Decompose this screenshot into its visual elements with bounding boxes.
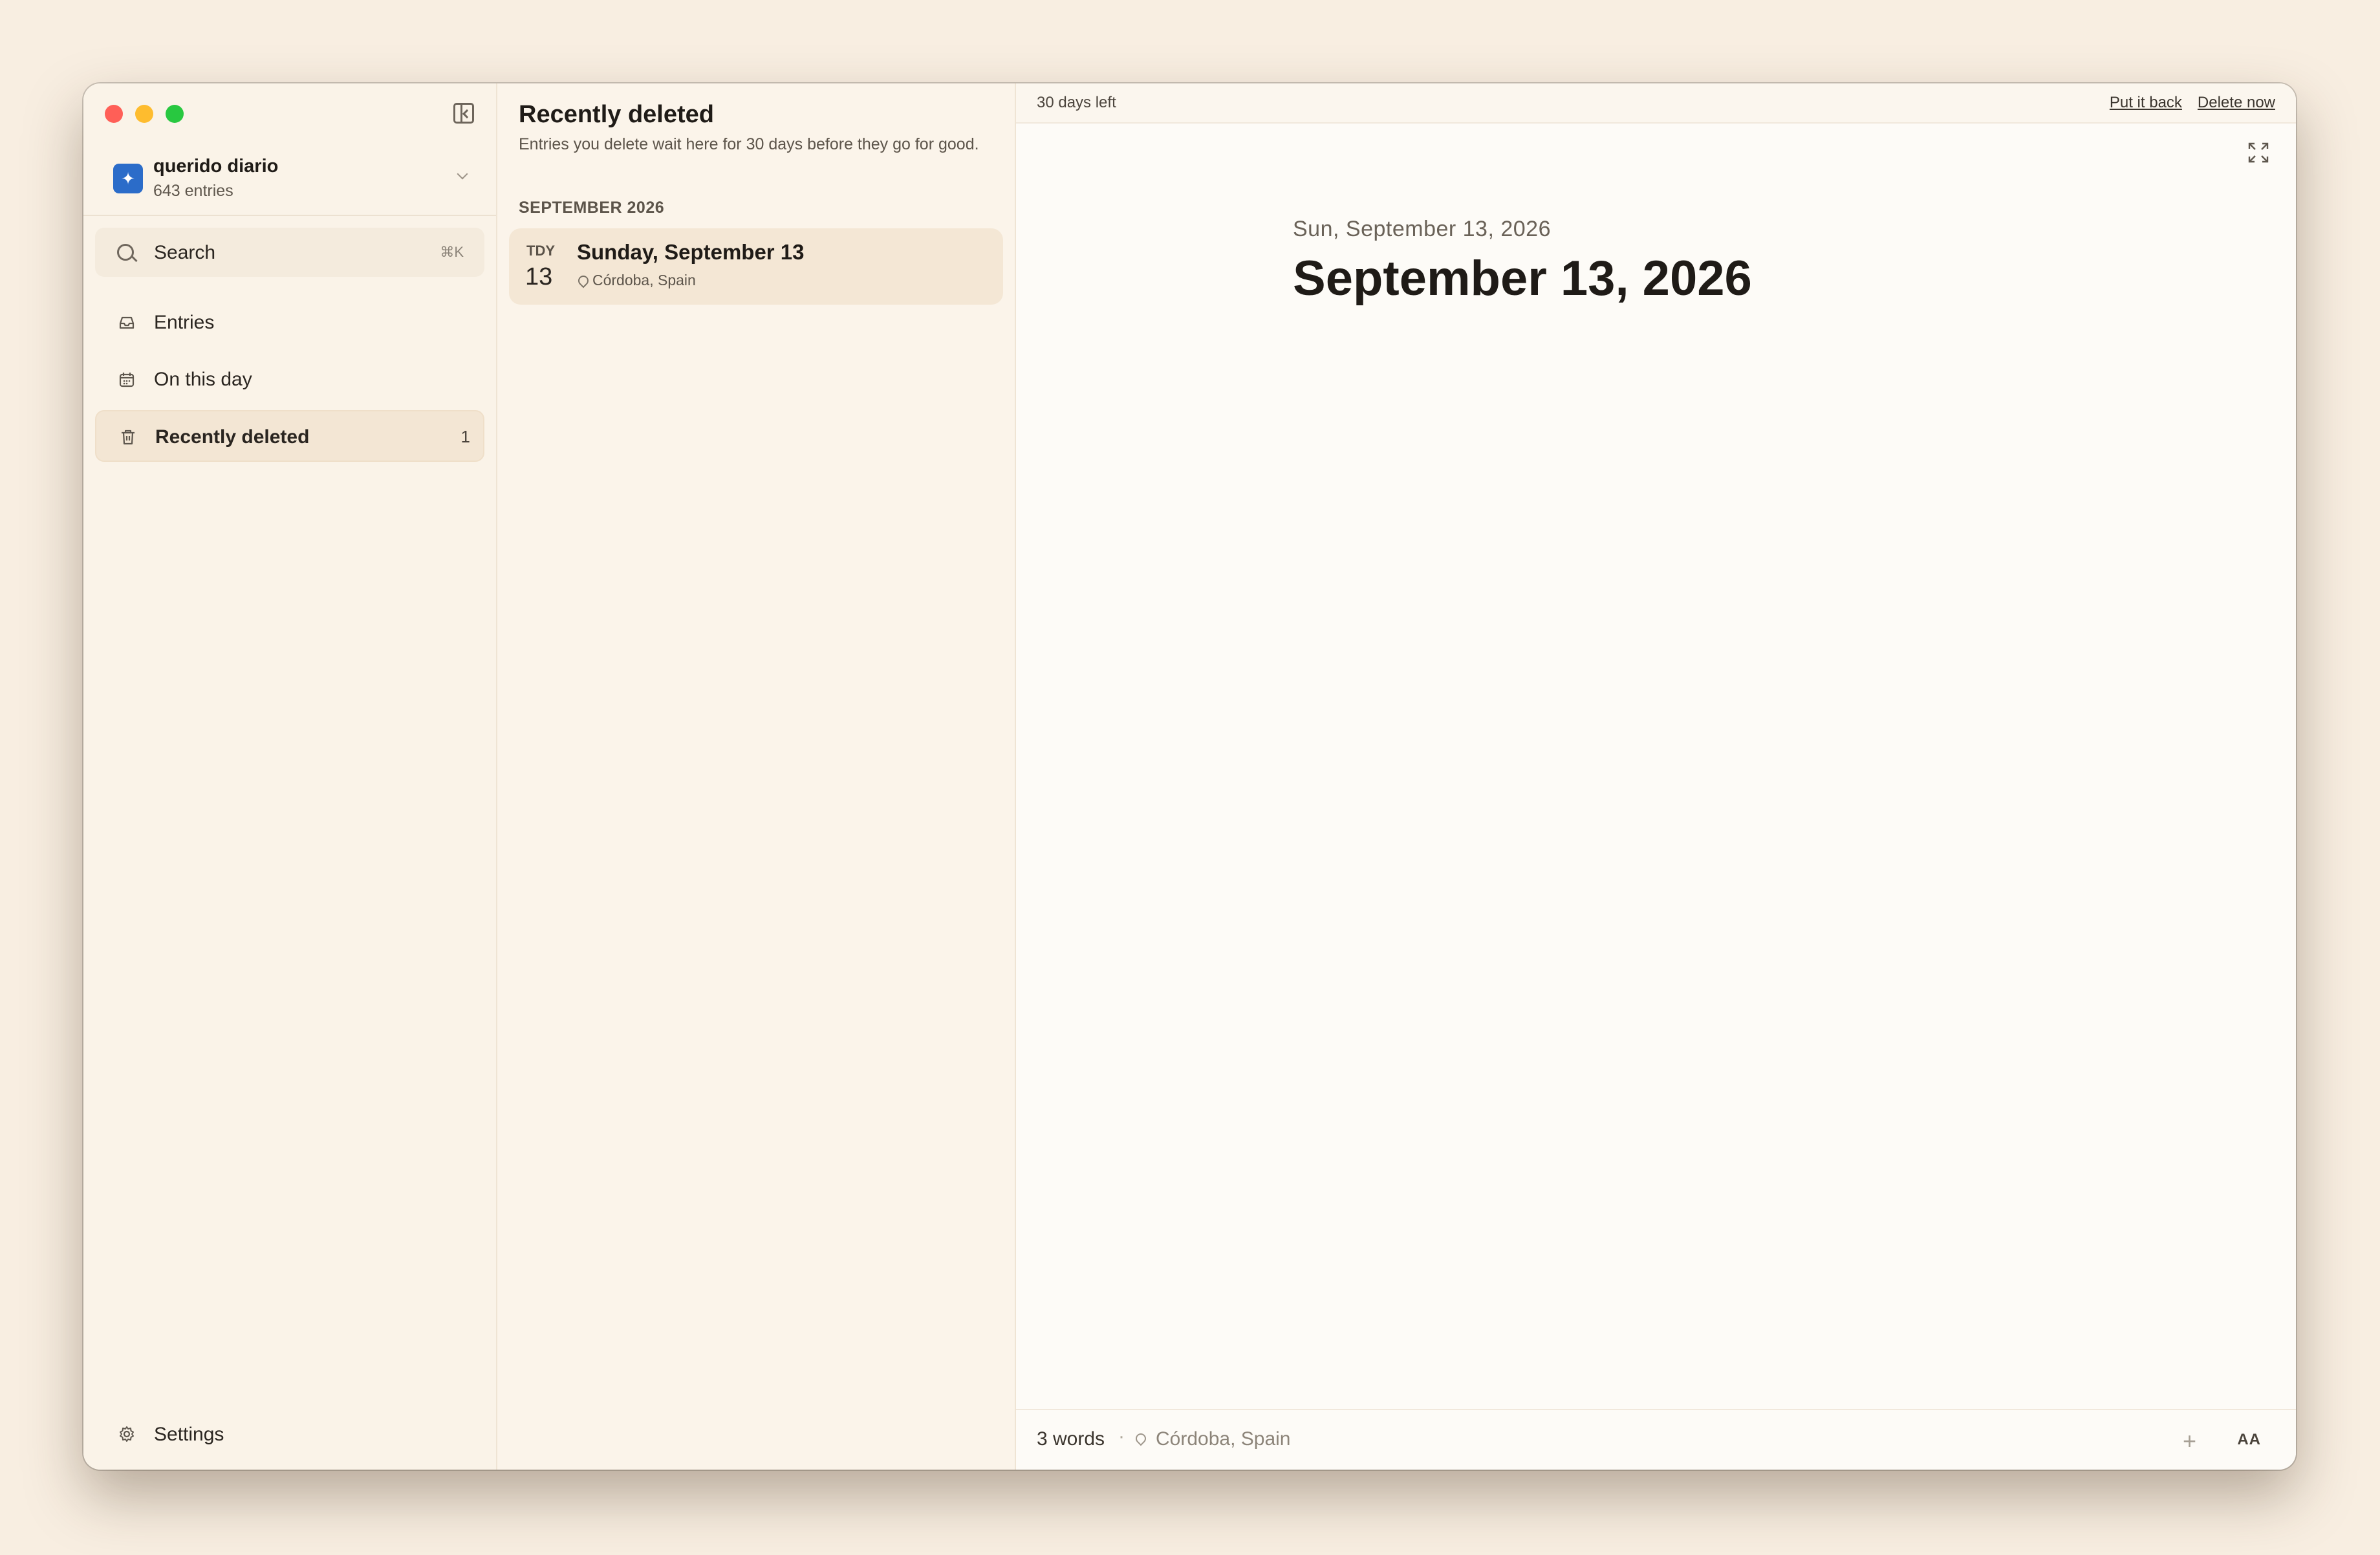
search-icon — [117, 244, 134, 261]
app-window: ✦ querido diario 643 entries Search ⌘K E… — [83, 83, 2296, 1470]
search-input[interactable]: Search ⌘K — [95, 228, 484, 277]
page-title: Recently deleted — [519, 101, 714, 128]
search-shortcut: ⌘K — [440, 244, 464, 260]
sidebar-toggle-icon[interactable] — [453, 103, 474, 124]
sidebar: ✦ querido diario 643 entries Search ⌘K E… — [83, 83, 497, 1470]
deleted-entry-actions: Put it back Delete now — [2110, 94, 2275, 112]
search-placeholder: Search — [154, 242, 216, 263]
deleted-entry-bar: 30 days left Put it back Delete now — [1016, 83, 2296, 124]
entry-location: Córdoba, Spain — [592, 272, 696, 288]
entry-title-heading[interactable]: September 13, 2026 — [1293, 250, 1752, 307]
editor-footer: 3 words · Córdoba, Spain + AA — [1016, 1409, 2296, 1470]
settings-label: Settings — [154, 1424, 224, 1445]
editor-pane: 30 days left Put it back Delete now Sun,… — [1016, 83, 2296, 1470]
days-left-label: 30 days left — [1037, 94, 1116, 111]
trash-icon — [122, 430, 135, 445]
entry-list-pane: Recently deleted Entries you delete wait… — [497, 83, 1016, 1470]
text-size-icon[interactable]: AA — [2237, 1431, 2261, 1449]
sidebar-item-on-this-day[interactable]: On this day — [95, 354, 484, 406]
gear-icon — [120, 1426, 134, 1442]
expand-icon[interactable] — [2247, 141, 2270, 164]
calendar-icon — [119, 373, 135, 387]
count-badge: 1 — [460, 427, 470, 446]
separator-dot: · — [1118, 1426, 1125, 1447]
location-pin-icon — [576, 273, 591, 288]
location-pin-icon — [1133, 1431, 1149, 1446]
entry-day-abbr: TDY — [526, 243, 555, 259]
month-group-header: SEPTEMBER 2026 — [519, 199, 665, 217]
window-controls — [105, 105, 184, 123]
journal-entry-count: 643 entries — [153, 182, 233, 200]
journal-switcher[interactable]: ✦ querido diario 643 entries — [111, 151, 483, 215]
sidebar-item-label: On this day — [154, 369, 252, 390]
add-icon[interactable]: + — [2183, 1430, 2196, 1453]
put-it-back-button[interactable]: Put it back — [2110, 94, 2182, 112]
sidebar-item-label: Recently deleted — [155, 426, 310, 448]
minimize-window-button[interactable] — [135, 105, 153, 123]
entry-title: Sunday, September 13 — [577, 240, 805, 264]
list-item[interactable]: TDY 13 Sunday, September 13 Córdoba, Spa… — [509, 228, 1003, 305]
sidebar-item-label: Entries — [154, 312, 215, 333]
sidebar-divider — [83, 215, 496, 216]
inbox-icon — [119, 316, 135, 329]
entry-day-number: 13 — [525, 263, 553, 290]
journal-icon: ✦ — [113, 164, 143, 193]
sidebar-item-recently-deleted[interactable]: Recently deleted 1 — [95, 410, 484, 462]
zoom-window-button[interactable] — [166, 105, 184, 123]
sidebar-item-entries[interactable]: Entries — [95, 297, 484, 349]
chevron-down-icon — [457, 168, 468, 180]
close-window-button[interactable] — [105, 105, 123, 123]
entry-location-footer[interactable]: Córdoba, Spain — [1156, 1428, 1290, 1450]
settings-button[interactable]: Settings — [95, 1412, 484, 1457]
word-count: 3 words — [1037, 1428, 1105, 1450]
journal-name: querido diario — [153, 156, 279, 177]
page-subtitle: Entries you delete wait here for 30 days… — [519, 135, 979, 153]
delete-now-button[interactable]: Delete now — [2198, 94, 2275, 112]
entry-date-subtitle: Sun, September 13, 2026 — [1293, 217, 1551, 241]
